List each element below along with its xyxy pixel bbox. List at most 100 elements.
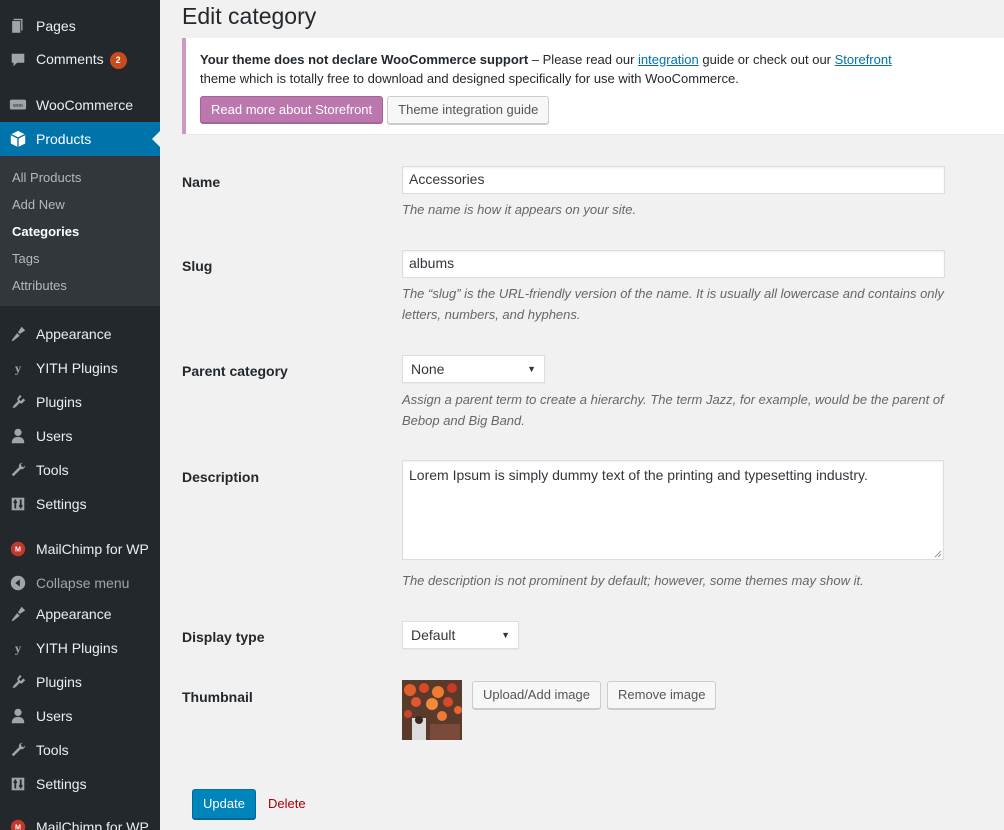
display-type-select[interactable]: Default ▼: [402, 621, 519, 649]
plugins-icon: [0, 673, 36, 691]
chevron-down-icon: ▼: [501, 630, 510, 640]
collapse-icon: [0, 574, 36, 592]
menu-item-pages[interactable]: Pages: [0, 9, 160, 43]
read-more-storefront-button[interactable]: Read more about Storefront: [200, 96, 384, 124]
settings-icon: [0, 775, 36, 793]
parent-help-line1: Assign a parent term to create a hierarc…: [402, 392, 944, 407]
integration-link[interactable]: integration: [638, 52, 699, 67]
menu-item-plugins[interactable]: Plugins: [0, 665, 160, 699]
menu-label: YITH Plugins: [36, 640, 118, 656]
mailchimp-icon: M: [0, 540, 36, 558]
submenu-all-products[interactable]: All Products: [12, 170, 81, 185]
menu-item-mailchimp[interactable]: M MailChimp for WP: [0, 810, 160, 830]
plugins-icon: [0, 393, 36, 411]
description-help: The description is not prominent by defa…: [402, 573, 864, 588]
display-type-label: Display type: [182, 629, 265, 645]
products-submenu: All Products Add New Categories Tags Att…: [0, 156, 160, 306]
menu-label: Settings: [36, 496, 87, 512]
delete-link[interactable]: Delete: [268, 796, 306, 811]
menu-item-mailchimp[interactable]: M MailChimp for WP: [0, 532, 160, 566]
menu-item-comments[interactable]: Comments 2: [0, 43, 160, 77]
products-icon: [0, 130, 36, 148]
menu-label: Users: [36, 428, 73, 444]
slug-label: Slug: [182, 258, 213, 274]
collapse-menu-button[interactable]: Collapse menu: [0, 566, 160, 600]
menu-label: Collapse menu: [36, 575, 130, 591]
appearance-icon: [0, 325, 36, 343]
menu-item-yith-plugins[interactable]: y YITH Plugins: [0, 631, 160, 665]
thumbnail-image: [402, 680, 462, 740]
comments-count-badge: 2: [109, 51, 127, 69]
parent-category-select[interactable]: None ▼: [402, 355, 545, 383]
yith-icon: y: [0, 359, 36, 377]
update-button[interactable]: Update: [192, 789, 256, 819]
remove-image-button[interactable]: Remove image: [607, 681, 717, 709]
parent-help-line2: Bebop and Big Band.: [402, 413, 525, 428]
storefront-link[interactable]: Storefront: [835, 52, 892, 67]
thumbnail-label: Thumbnail: [182, 689, 253, 705]
menu-item-woocommerce[interactable]: woo WooCommerce: [0, 88, 160, 122]
settings-icon: [0, 495, 36, 513]
submenu-tags[interactable]: Tags: [12, 251, 39, 266]
description-label: Description: [182, 469, 260, 485]
menu-item-products[interactable]: Products: [0, 122, 160, 156]
svg-text:M: M: [15, 823, 21, 830]
menu-item-users[interactable]: Users: [0, 419, 160, 453]
display-type-value: Default: [411, 627, 456, 643]
menu-item-appearance[interactable]: Appearance: [0, 317, 160, 351]
slug-help-line1: The “slug” is the URL-friendly version o…: [402, 286, 944, 301]
menu-label: WooCommerce: [36, 97, 133, 113]
name-input[interactable]: Accessories: [402, 166, 945, 194]
svg-text:woo: woo: [12, 103, 23, 109]
description-textarea[interactable]: Lorem Ipsum is simply dummy text of the …: [402, 460, 944, 560]
menu-label: Plugins: [36, 674, 82, 690]
page-title: Edit category: [182, 3, 317, 29]
pages-icon: [0, 17, 36, 35]
menu-item-plugins[interactable]: Plugins: [0, 385, 160, 419]
menu-label: Tools: [36, 462, 69, 478]
slug-input[interactable]: albums: [402, 250, 945, 278]
menu-label: YITH Plugins: [36, 360, 118, 376]
upload-image-button[interactable]: Upload/Add image: [472, 681, 601, 709]
menu-item-tools[interactable]: Tools: [0, 733, 160, 767]
woocommerce-icon: woo: [0, 96, 36, 114]
appearance-icon: [0, 605, 36, 623]
slug-help-line2: letters, numbers, and hyphens.: [402, 307, 581, 322]
menu-item-settings[interactable]: Settings: [0, 487, 160, 521]
comments-icon: [0, 51, 36, 69]
svg-text:M: M: [15, 545, 21, 554]
parent-category-value: None: [411, 361, 445, 377]
submenu-categories[interactable]: Categories: [12, 224, 79, 239]
description-text: Lorem Ipsum is simply dummy text of the …: [409, 467, 868, 483]
menu-label: Tools: [36, 742, 69, 758]
svg-text:y: y: [15, 642, 22, 656]
menu-item-users[interactable]: Users: [0, 699, 160, 733]
notice-text: Your theme does not declare WooCommerce …: [200, 52, 892, 86]
users-icon: [0, 707, 36, 725]
menu-label: MailChimp for WP: [36, 541, 149, 557]
menu-item-settings[interactable]: Settings: [0, 767, 160, 801]
svg-text:y: y: [15, 362, 22, 376]
menu-label: Products: [36, 131, 92, 147]
users-icon: [0, 427, 36, 445]
submenu-attributes[interactable]: Attributes: [12, 278, 67, 293]
name-help: The name is how it appears on your site.: [402, 202, 637, 217]
menu-label: Comments: [36, 51, 104, 68]
mailchimp-icon: M: [0, 818, 36, 830]
menu-item-yith-plugins[interactable]: y YITH Plugins: [0, 351, 160, 385]
theme-integration-guide-button[interactable]: Theme integration guide: [387, 96, 550, 124]
chevron-down-icon: ▼: [527, 364, 536, 374]
submenu-add-new[interactable]: Add New: [12, 197, 65, 212]
menu-label: Pages: [36, 18, 76, 34]
tools-icon: [0, 741, 36, 759]
tools-icon: [0, 461, 36, 479]
menu-label: Users: [36, 708, 73, 724]
name-label: Name: [182, 174, 221, 190]
menu-label: Appearance: [36, 326, 112, 342]
yith-icon: y: [0, 639, 36, 657]
menu-item-tools[interactable]: Tools: [0, 453, 160, 487]
admin-sidebar: Pages Comments 2 woo WooCommerce Products…: [0, 0, 160, 830]
menu-item-appearance[interactable]: Appearance: [0, 597, 160, 631]
menu-label: Settings: [36, 776, 87, 792]
resize-handle-icon[interactable]: [933, 549, 942, 558]
